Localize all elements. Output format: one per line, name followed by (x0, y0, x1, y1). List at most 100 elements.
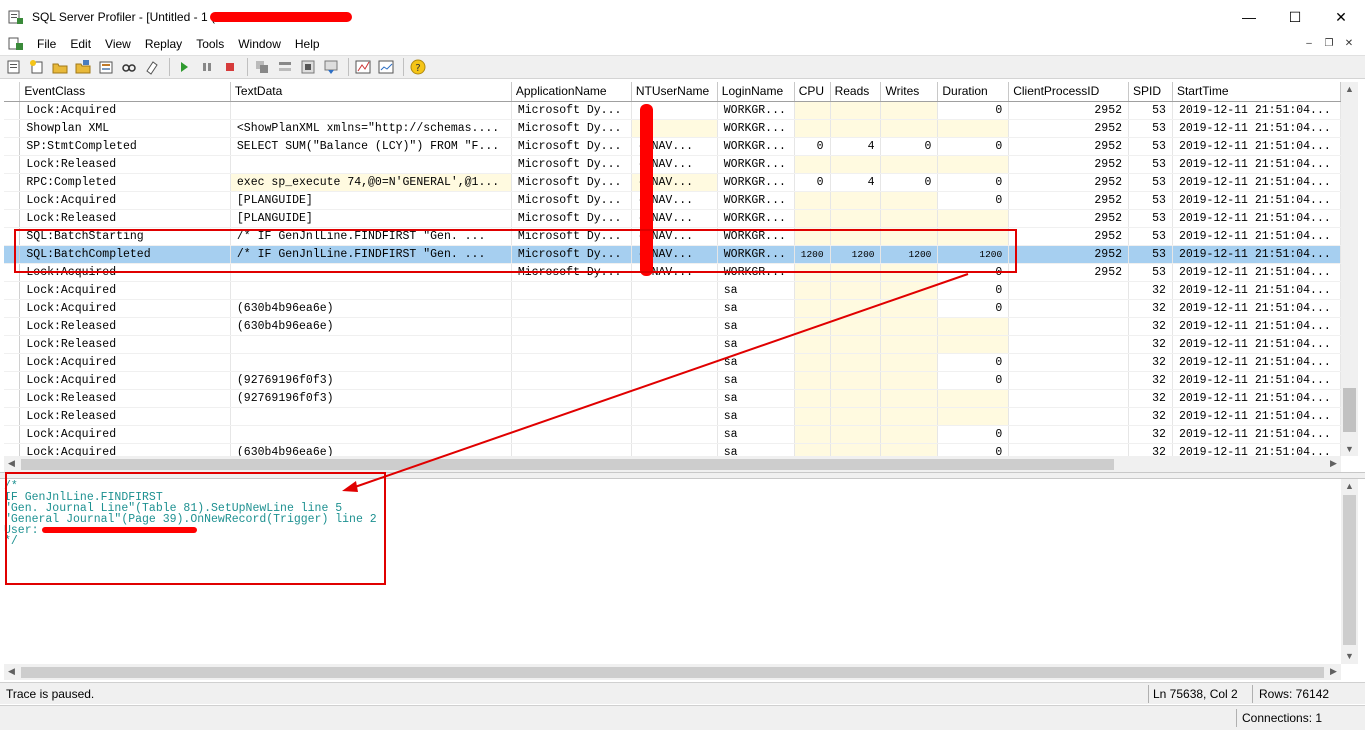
column-header-cpu[interactable]: CPU (794, 82, 831, 102)
table-row[interactable]: Lock:Released Microsoft Dy... --NAV... WORK… (4, 155, 1341, 174)
open-icon[interactable] (50, 57, 70, 77)
find-icon[interactable] (119, 57, 139, 77)
table-row[interactable]: Showplan XML <ShowPlanXML xmlns="http://s… (4, 119, 1341, 138)
grid-horizontal-scrollbar[interactable]: ◀ ▶ (4, 456, 1341, 472)
text-vertical-scrollbar[interactable]: ▲ ▼ (1341, 479, 1358, 664)
column-header-writes[interactable]: Writes (880, 82, 939, 102)
mdi-restore-button[interactable]: ❐ (1321, 36, 1337, 50)
table-row[interactable]: RPC:Completed exec sp_execute 74,@0=N'GEN… (4, 173, 1341, 192)
menu-edit[interactable]: Edit (63, 37, 98, 51)
close-button[interactable]: ✕ (1318, 0, 1364, 34)
scroll-down-icon[interactable]: ▼ (1345, 651, 1354, 661)
pause-icon[interactable] (197, 57, 217, 77)
new-template-icon[interactable] (27, 57, 47, 77)
table-cell (794, 407, 831, 426)
scroll-up-icon[interactable]: ▲ (1345, 84, 1354, 94)
table-cell: 53 (1128, 137, 1173, 156)
column-header-eventclass[interactable]: EventClass (19, 82, 231, 102)
step-icon[interactable] (275, 57, 295, 77)
table-row[interactable]: Lock:Acquired sa 0 32 2019-12-11 21:51:04... (4, 353, 1341, 372)
document-icon[interactable] (8, 37, 24, 51)
table-cell (631, 335, 718, 354)
table-row[interactable]: Lock:Acquired (630b4b96ea6e) sa 0 32 2019-12-… (4, 299, 1341, 318)
save-icon[interactable] (73, 57, 93, 77)
column-header-textdata[interactable]: TextData (230, 82, 512, 102)
table-cell (880, 281, 939, 300)
menu-tools[interactable]: Tools (189, 37, 231, 51)
table-cell (4, 425, 21, 444)
table-row[interactable]: Lock:Acquired Microsoft Dy... WORKGR... 0 29… (4, 101, 1341, 120)
chart-icon[interactable] (376, 57, 396, 77)
menu-view[interactable]: View (98, 37, 138, 51)
table-row[interactable]: SP:StmtCompleted SELECT SUM("Balance (LCY… (4, 137, 1341, 156)
properties-icon[interactable] (96, 57, 116, 77)
step-icon[interactable] (252, 57, 272, 77)
column-header-starttime[interactable]: StartTime (1172, 82, 1341, 102)
menu-replay[interactable]: Replay (138, 37, 189, 51)
table-cell (230, 155, 512, 174)
scroll-left-icon[interactable]: ◀ (8, 458, 15, 469)
table-cell: 0 (937, 137, 1010, 156)
table-row[interactable]: Lock:Acquired sa 0 32 2019-12-11 21:51:04... (4, 281, 1341, 300)
go-to-line-icon[interactable] (298, 57, 318, 77)
menu-help[interactable]: Help (288, 37, 327, 51)
text-horizontal-scrollbar[interactable]: ◀ ▶ (4, 664, 1341, 680)
table-row[interactable]: Lock:Acquired [PLANGUIDE] Microsoft Dy... -… (4, 191, 1341, 210)
table-cell: 2019-12-11 21:51:04... (1172, 155, 1341, 174)
table-cell: 32 (1128, 299, 1173, 318)
scroll-right-icon[interactable]: ▶ (1330, 666, 1337, 677)
scroll-right-icon[interactable]: ▶ (1330, 458, 1337, 469)
scroll-thumb[interactable] (21, 459, 1114, 470)
column-header-clientprocessid[interactable]: ClientProcessID (1008, 82, 1130, 102)
toolbar-separator (247, 58, 248, 76)
column-header-reads[interactable]: Reads (830, 82, 882, 102)
table-cell: 0 (937, 443, 1010, 456)
grid-vertical-scrollbar[interactable]: ▲ ▼ (1341, 82, 1358, 456)
column-header-loginname[interactable]: LoginName (717, 82, 795, 102)
table-row[interactable]: Lock:Released sa 32 2019-12-11 21:51:04... (4, 335, 1341, 354)
table-cell: (630b4b96ea6e) (230, 317, 512, 336)
table-cell (4, 101, 21, 120)
stop-icon[interactable] (220, 57, 240, 77)
table-row[interactable]: Lock:Acquired (92769196f0f3) sa 0 32 2019-12-… (4, 371, 1341, 390)
scroll-left-icon[interactable]: ◀ (8, 666, 15, 677)
new-trace-icon[interactable] (4, 57, 24, 77)
table-cell (511, 281, 632, 300)
minimize-button[interactable]: — (1226, 0, 1272, 34)
column-header-spid[interactable]: SPID (1128, 82, 1173, 102)
table-cell: 0 (937, 371, 1010, 390)
table-row[interactable]: Lock:Released (92769196f0f3) sa 32 2019-12-1… (4, 389, 1341, 408)
table-cell: WORKGR... (717, 173, 795, 192)
clear-trace-icon[interactable] (142, 57, 162, 77)
table-cell (511, 335, 632, 354)
menu-file[interactable]: File (30, 37, 63, 51)
help-icon[interactable]: ? (408, 57, 428, 77)
mdi-close-button[interactable]: ✕ (1341, 36, 1357, 50)
table-row[interactable]: Lock:Released (630b4b96ea6e) sa 32 2019-12-1… (4, 317, 1341, 336)
mdi-minimize-button[interactable]: – (1301, 36, 1317, 50)
performance-monitor-icon[interactable] (353, 57, 373, 77)
menu-window[interactable]: Window (231, 37, 288, 51)
status-separator (1236, 709, 1237, 727)
column-header-ntusername[interactable]: NTUserName (631, 82, 718, 102)
table-cell (631, 407, 718, 426)
table-cell: 0 (937, 299, 1010, 318)
table-cell: Lock:Released (19, 335, 231, 354)
table-cell (1008, 443, 1130, 456)
column-header-duration[interactable]: Duration (937, 82, 1010, 102)
maximize-button[interactable]: ☐ (1272, 0, 1318, 34)
scroll-down-icon[interactable]: ▼ (1345, 444, 1354, 454)
table-row[interactable]: Lock:Acquired sa 0 32 2019-12-11 21:51:04... (4, 425, 1341, 444)
table-cell (794, 443, 831, 456)
column-header-applicationname[interactable]: ApplicationName (511, 82, 632, 102)
run-icon[interactable] (174, 57, 194, 77)
column-header-gutter[interactable] (4, 82, 21, 102)
table-row[interactable]: Lock:Released sa 32 2019-12-11 21:51:04... (4, 407, 1341, 426)
table-row[interactable]: Lock:Acquired (630b4b96ea6e) sa 0 32 2019-12-… (4, 443, 1341, 456)
table-row[interactable]: Lock:Released [PLANGUIDE] Microsoft Dy... -… (4, 209, 1341, 228)
scroll-thumb[interactable] (21, 667, 1324, 678)
scroll-thumb[interactable] (1343, 495, 1356, 645)
scroll-up-icon[interactable]: ▲ (1345, 481, 1354, 491)
auto-scroll-icon[interactable] (321, 57, 341, 77)
scroll-thumb[interactable] (1343, 388, 1356, 432)
